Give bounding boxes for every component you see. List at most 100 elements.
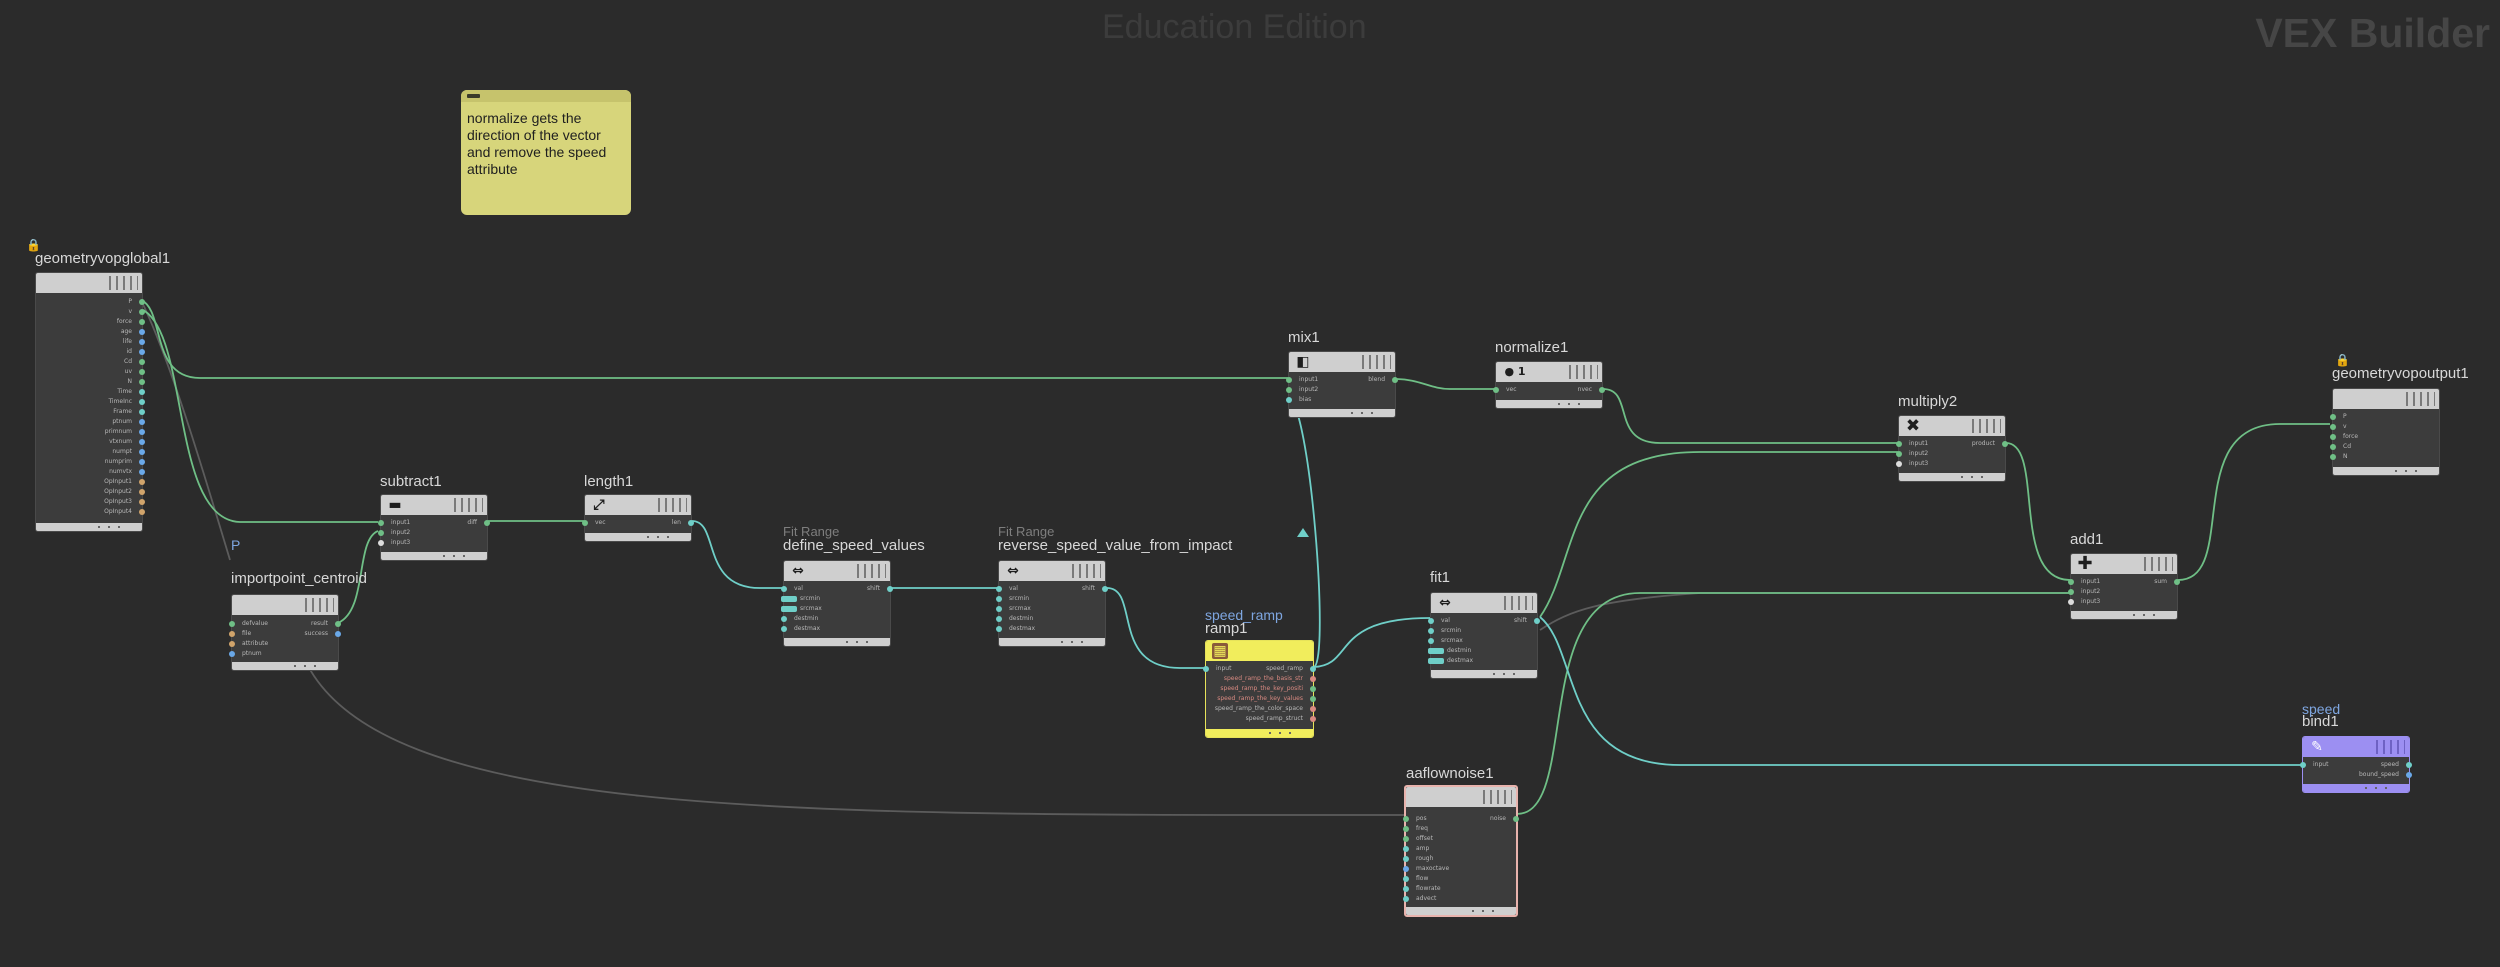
port-pin[interactable] <box>1428 658 1444 664</box>
node-header[interactable]: ▦ <box>1206 641 1313 661</box>
node-header[interactable]: ▬ <box>381 495 487 515</box>
node-header[interactable]: ✎ <box>2303 737 2409 757</box>
node-header[interactable] <box>232 595 338 615</box>
port-output[interactable]: product <box>1899 439 2008 449</box>
port-input[interactable]: srcmax <box>781 604 890 614</box>
node-ramp[interactable]: ▦ input speed_ramp speed_ramp_the_basis_… <box>1203 640 1316 738</box>
port-input[interactable]: N <box>2330 452 2439 462</box>
port-pin[interactable] <box>2330 444 2336 450</box>
node-header[interactable]: ✚ <box>2071 554 2177 574</box>
port-output[interactable]: speed_ramp <box>1206 664 1316 674</box>
port-output[interactable]: primnum <box>36 427 145 437</box>
port-pin[interactable] <box>996 626 1002 632</box>
port-pin[interactable] <box>2330 454 2336 460</box>
port-output[interactable]: Cd <box>36 357 145 367</box>
port-input[interactable]: destmin <box>1428 646 1537 656</box>
wire-fit-to-bind[interactable] <box>1539 616 2302 766</box>
sticky-note[interactable]: normalize gets the direction of the vect… <box>461 90 631 215</box>
node-multiply[interactable]: ✖ input1 input2 input3 product <box>1896 415 2008 482</box>
port-input[interactable]: srcmax <box>1428 636 1537 646</box>
port-pin[interactable] <box>139 439 145 445</box>
sticky-note-bar[interactable] <box>461 90 631 102</box>
port-input[interactable]: input3 <box>378 538 487 548</box>
port-pin[interactable] <box>996 616 1002 622</box>
port-pin[interactable] <box>1403 866 1409 872</box>
port-output[interactable]: numpt <box>36 447 145 457</box>
port-input[interactable]: destmax <box>1428 656 1537 666</box>
node-aaflownoise[interactable]: pos freq offset amp rough maxoctave flow flowra… <box>1403 785 1519 917</box>
wire-normalize-to-multiply[interactable] <box>1602 388 1898 444</box>
port-output[interactable]: age <box>36 327 145 337</box>
port-pin[interactable] <box>1403 846 1409 852</box>
node-flags[interactable] <box>852 564 886 578</box>
port-input[interactable]: destmin <box>781 614 890 624</box>
node-flags[interactable] <box>1478 790 1512 804</box>
node-header[interactable]: ✖ <box>1899 416 2005 436</box>
node-flags[interactable] <box>2371 740 2405 754</box>
port-output[interactable]: uv <box>36 367 145 377</box>
port-input[interactable]: amp <box>1403 844 1516 854</box>
port-pin[interactable] <box>139 429 145 435</box>
port-pin[interactable] <box>1286 397 1292 403</box>
port-pin[interactable] <box>139 419 145 425</box>
node-header[interactable]: ⇔ <box>999 561 1105 581</box>
port-input[interactable]: v <box>2330 422 2439 432</box>
port-pin[interactable] <box>2068 589 2074 595</box>
node-header[interactable]: ⤢ <box>585 495 691 515</box>
port-output[interactable]: result <box>232 619 341 629</box>
port-input[interactable]: bias <box>1286 395 1395 405</box>
node-flags[interactable] <box>2139 557 2173 571</box>
port-output[interactable]: TimeInc <box>36 397 145 407</box>
port-pin[interactable] <box>1102 586 1108 592</box>
port-output[interactable]: OpInput2 <box>36 487 145 497</box>
node-reverse-speed[interactable]: ⇔ val srcmin srcmax destmin destmax shif… <box>996 560 1108 647</box>
port-pin[interactable] <box>335 631 341 637</box>
wire-p-to-subtract[interactable] <box>140 308 378 523</box>
port-pin[interactable] <box>2174 579 2180 585</box>
port-output[interactable]: v <box>36 307 145 317</box>
port-pin[interactable] <box>139 409 145 415</box>
port-output[interactable]: numprim <box>36 457 145 467</box>
port-pin[interactable] <box>229 651 235 657</box>
node-flags[interactable] <box>2401 392 2435 406</box>
port-input[interactable]: input2 <box>1286 385 1395 395</box>
port-pin[interactable] <box>781 606 797 612</box>
wire-mix-to-normalize[interactable] <box>1394 378 1495 390</box>
wire-noise-to-add[interactable] <box>1516 592 2070 815</box>
port-pin[interactable] <box>229 641 235 647</box>
port-output[interactable]: N <box>36 377 145 387</box>
port-input[interactable]: destmax <box>781 624 890 634</box>
node-mix[interactable]: ◧ input1 input2 bias blend <box>1286 351 1398 418</box>
port-pin[interactable] <box>781 596 797 602</box>
port-pin[interactable] <box>484 520 490 526</box>
port-pin[interactable] <box>139 449 145 455</box>
port-pin[interactable] <box>781 626 787 632</box>
port-pin[interactable] <box>139 349 145 355</box>
port-input[interactable]: attribute <box>229 639 338 649</box>
port-input[interactable]: input3 <box>1896 459 2005 469</box>
port-pin[interactable] <box>139 489 145 495</box>
port-pin[interactable] <box>1428 638 1434 644</box>
port-output[interactable]: vtxnum <box>36 437 145 447</box>
port-pin[interactable] <box>139 509 145 515</box>
port-pin[interactable] <box>2406 762 2412 768</box>
port-pin[interactable] <box>887 586 893 592</box>
port-pin[interactable] <box>139 309 145 315</box>
node-length[interactable]: ⤢ vec len <box>582 494 694 542</box>
port-pin[interactable] <box>1310 706 1316 712</box>
port-input[interactable]: flow <box>1403 874 1516 884</box>
wire-fit-to-add-gray[interactable] <box>1539 592 2070 631</box>
port-pin[interactable] <box>1403 896 1409 902</box>
node-add[interactable]: ✚ input1 input2 input3 sum <box>2068 553 2180 620</box>
port-pin[interactable] <box>1310 716 1316 722</box>
port-output[interactable]: OpInput1 <box>36 477 145 487</box>
sticky-note-text[interactable]: normalize gets the direction of the vect… <box>461 102 631 178</box>
node-define-speed[interactable]: ⇔ val srcmin srcmax destmin destmax shif… <box>781 560 893 647</box>
port-input[interactable]: maxoctave <box>1403 864 1516 874</box>
port-pin[interactable] <box>1286 387 1292 393</box>
wire-ramp-to-fit[interactable] <box>1313 617 1431 668</box>
port-output[interactable]: numvtx <box>36 467 145 477</box>
wire-multiply-to-add[interactable] <box>2005 442 2071 581</box>
port-output[interactable]: len <box>585 518 694 528</box>
port-output[interactable]: Time <box>36 387 145 397</box>
